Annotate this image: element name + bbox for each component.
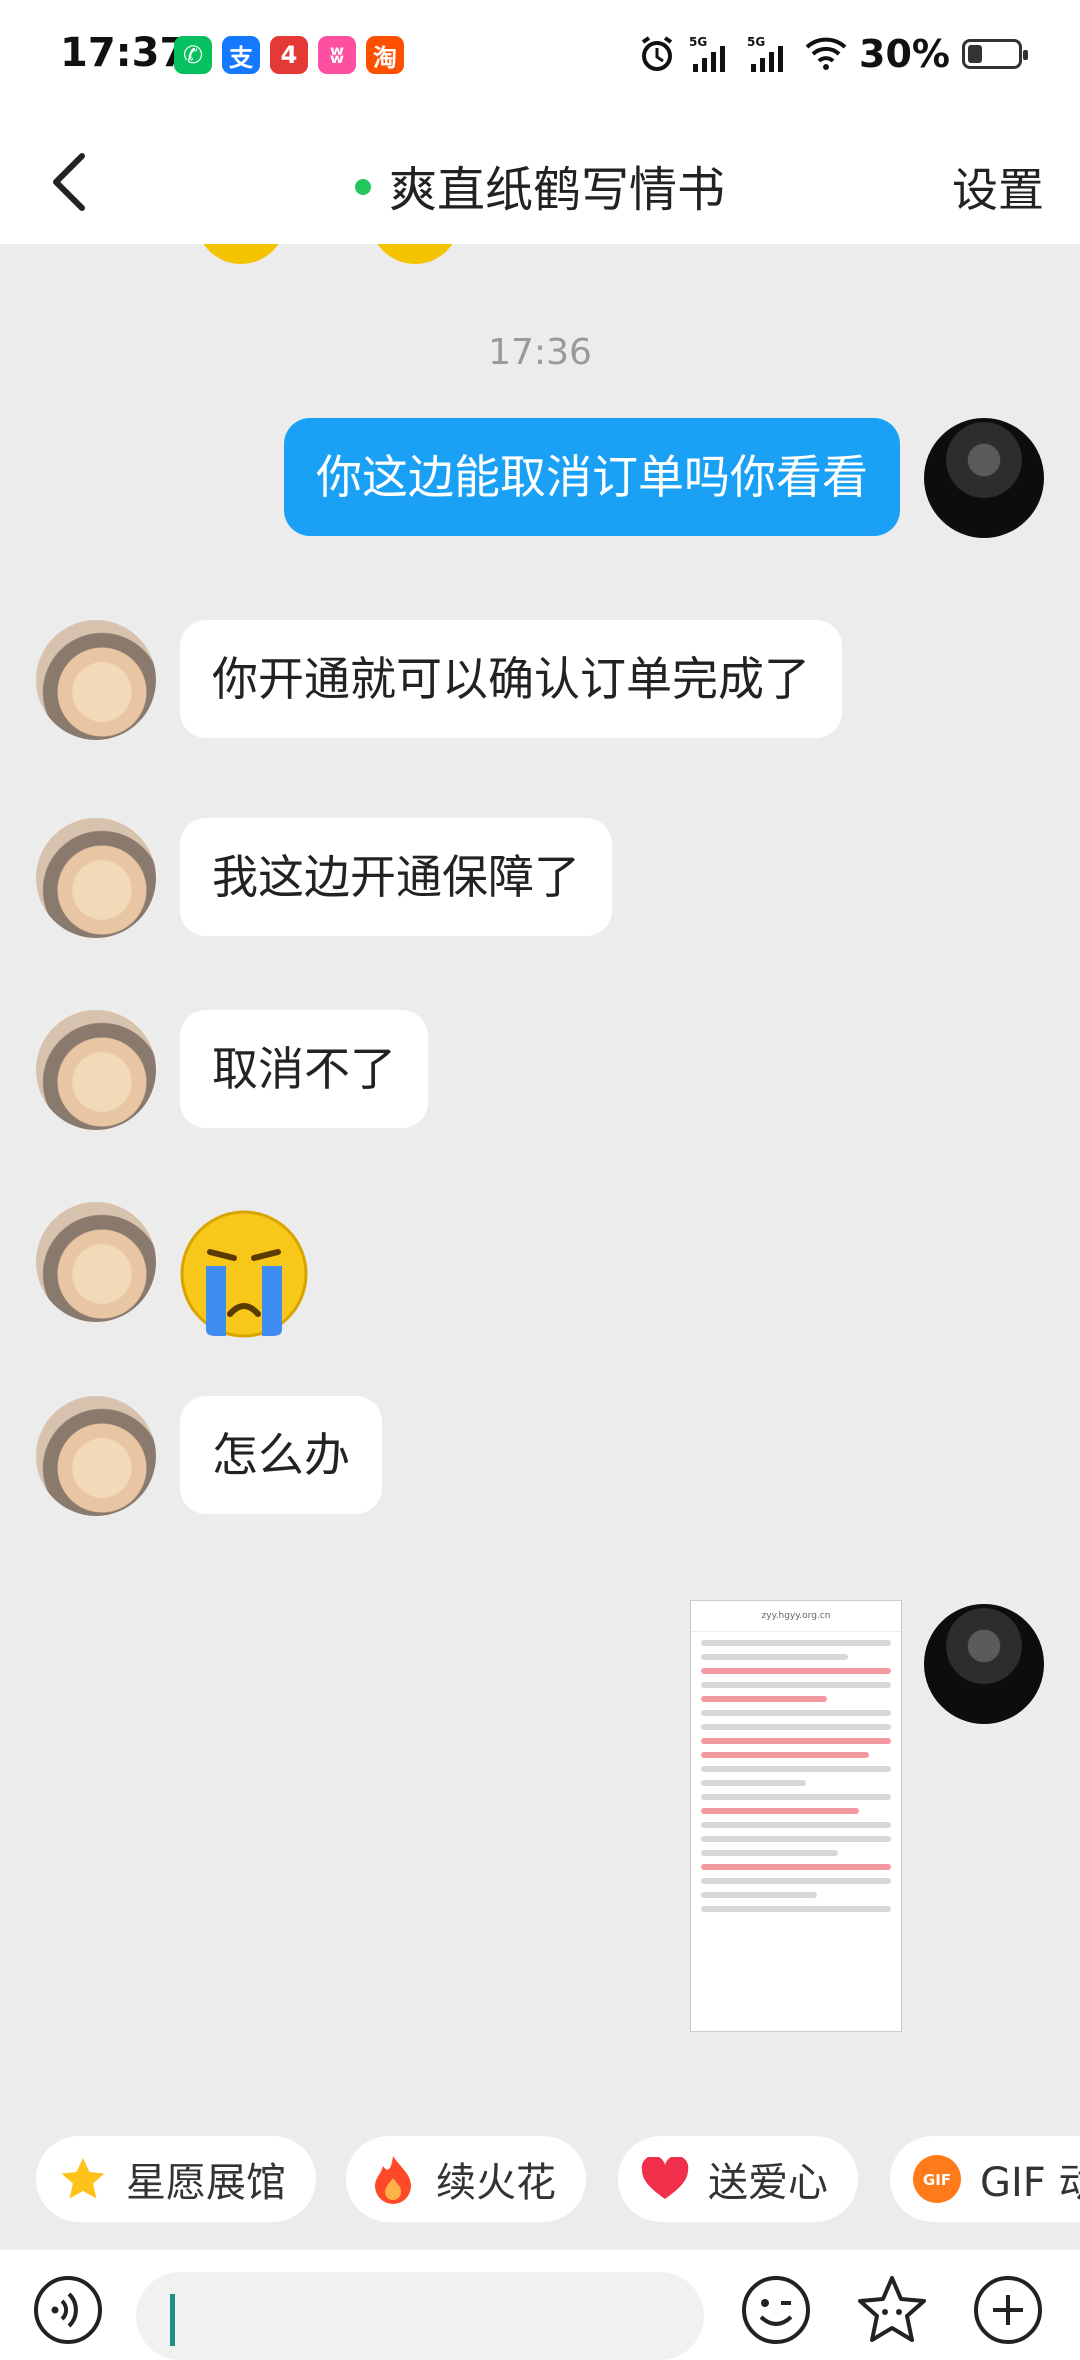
alarm-icon: [641, 36, 673, 71]
contact-avatar[interactable]: [36, 1202, 156, 1322]
emoji-peek: [196, 244, 286, 264]
star-icon: [58, 2154, 108, 2204]
contact-avatar[interactable]: [36, 1010, 156, 1130]
crying-emoji[interactable]: [176, 1206, 312, 1346]
signal-5g-icon-2: 5G: [747, 35, 784, 72]
gif-icon: GIF: [912, 2154, 962, 2204]
crying-face-icon: [180, 1210, 308, 1338]
plus-icon: [974, 2276, 1042, 2344]
message-bubble-received[interactable]: 取消不了: [180, 1010, 428, 1128]
voice-button[interactable]: [32, 2274, 104, 2346]
taobao-icon: 淘: [366, 36, 404, 74]
chat-header: 爽直纸鹤写情书 设置: [0, 120, 1080, 244]
fire-icon: [368, 2154, 418, 2204]
app-red-icon: 4: [270, 36, 308, 74]
sticker-icon: [858, 2276, 926, 2342]
message-bubble-received[interactable]: 你开通就可以确认订单完成了: [180, 620, 842, 738]
status-indicators: 5G 5G 30%: [637, 32, 1028, 76]
alipay-icon: 支: [222, 36, 260, 74]
battery-icon: [962, 39, 1028, 69]
chip-star-gallery[interactable]: 星愿展馆: [36, 2136, 316, 2222]
status-time: 17:37: [60, 30, 188, 76]
emoji-peek: [370, 244, 460, 264]
app-pink-icon: ʬ: [318, 36, 356, 74]
svg-text:5G: 5G: [689, 35, 707, 49]
chip-gif[interactable]: GIF GIF 动: [890, 2136, 1080, 2222]
contact-avatar[interactable]: [36, 620, 156, 740]
message-bubble-received[interactable]: 怎么办: [180, 1396, 382, 1514]
wifi-icon: [805, 37, 847, 70]
message-input-bar: [0, 2250, 1080, 2360]
wechat-icon: ✆: [174, 36, 212, 74]
heart-icon: [640, 2154, 690, 2204]
online-status-dot: [354, 179, 371, 195]
message-bubble-received[interactable]: 我这边开通保障了: [180, 818, 612, 936]
my-avatar[interactable]: [924, 418, 1044, 538]
chip-keep-spark[interactable]: 续火花: [346, 2136, 586, 2222]
message-bubble-sent[interactable]: 你这边能取消订单吗你看看: [284, 418, 900, 536]
message-list[interactable]: 17:36 你这边能取消订单吗你看看 你开通就可以确认订单完成了 我这边开通保障…: [0, 244, 1080, 2124]
voice-icon: [34, 2276, 102, 2344]
plus-button[interactable]: [972, 2274, 1044, 2346]
thumbnail-url: zyy.hgyy.org.cn: [691, 1601, 901, 1632]
contact-avatar[interactable]: [36, 818, 156, 938]
chip-send-heart[interactable]: 送爱心: [618, 2136, 858, 2222]
settings-button[interactable]: 设置: [952, 154, 1044, 220]
svg-text:5G: 5G: [747, 35, 765, 49]
status-bar: 17:37 ✆ 支 4 ʬ 淘 5G 5G 30%: [0, 0, 1080, 120]
emoji-icon: [742, 2276, 810, 2344]
signal-5g-icon: 5G: [689, 35, 726, 72]
battery-percent: 30%: [859, 32, 950, 76]
svg-text:GIF: GIF: [923, 2171, 951, 2189]
contact-avatar[interactable]: [36, 1396, 156, 1516]
status-app-icons: ✆ 支 4 ʬ 淘: [174, 36, 404, 74]
quick-action-chips: 星愿展馆 续火花 送爱心 GIF GIF 动: [0, 2136, 1080, 2222]
message-input[interactable]: [136, 2272, 704, 2360]
emoji-button[interactable]: [740, 2274, 812, 2346]
my-avatar[interactable]: [924, 1604, 1044, 1724]
chat-title: 爽直纸鹤写情书: [0, 150, 1080, 220]
text-cursor: [170, 2294, 175, 2346]
message-timestamp: 17:36: [488, 332, 592, 373]
contact-name: 爽直纸鹤写情书: [388, 162, 725, 218]
sticker-button[interactable]: [856, 2274, 928, 2346]
image-message-thumbnail[interactable]: zyy.hgyy.org.cn: [690, 1600, 902, 2032]
